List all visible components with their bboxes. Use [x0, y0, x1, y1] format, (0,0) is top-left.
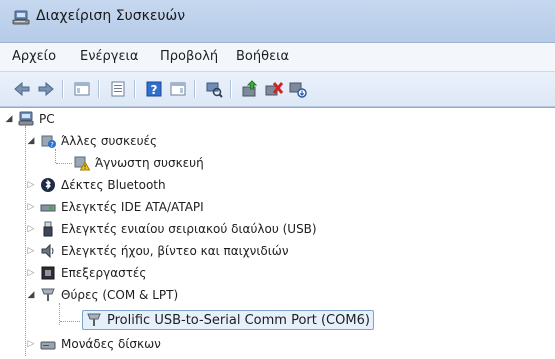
collapse-arrow-icon[interactable]: ◢	[4, 114, 14, 124]
processor-icon	[41, 266, 55, 280]
warning-device-icon	[74, 156, 90, 171]
title-bar[interactable]: Διαχείριση Συσκευών	[0, 0, 555, 43]
expand-arrow-icon[interactable]: ▷	[26, 268, 36, 278]
menu-help[interactable]: Βοήθεια	[236, 49, 289, 64]
tree-item-label: Ελεγκτές ενιαίου σειριακού διαύλου (USB)	[61, 222, 317, 236]
computer-icon	[18, 111, 34, 126]
bluetooth-icon	[41, 178, 55, 192]
speaker-icon	[41, 243, 54, 259]
port-icon	[41, 288, 55, 301]
tree-item-label: Άγνωστη συσκευή	[95, 156, 204, 170]
collapse-arrow-icon[interactable]: ◢	[26, 136, 36, 146]
expand-arrow-icon[interactable]: ▷	[26, 224, 36, 234]
tree-guide-line	[56, 163, 72, 165]
menu-action[interactable]: Ενέργεια	[80, 49, 138, 64]
tree-category-usb[interactable]: ▷ Ελεγκτές ενιαίου σειριακού διαύλου (US…	[26, 219, 317, 239]
properties-icon[interactable]	[108, 79, 128, 99]
toolbar-separator	[134, 80, 136, 98]
scan-hardware-icon[interactable]	[204, 79, 224, 99]
ide-controller-icon	[40, 204, 56, 212]
disk-drive-icon	[40, 341, 56, 350]
tree-category-sound[interactable]: ▷ Ελεγκτές ήχου, βίντεο και παιχνιδιών	[26, 241, 289, 261]
window-title: Διαχείριση Συσκευών	[36, 8, 186, 24]
tree-category-other-devices[interactable]: ◢ ? Άλλες συσκευές	[26, 131, 158, 151]
tree-item-label: Δέκτες Bluetooth	[61, 178, 166, 192]
tree-item-label: Επεξεργαστές	[61, 266, 147, 280]
expand-arrow-icon[interactable]: ▷	[26, 180, 36, 190]
tree-category-ide[interactable]: ▷ Ελεγκτές IDE ATA/ATAPI	[26, 197, 204, 217]
tree-item-label: PC	[39, 112, 55, 126]
action-pane-icon[interactable]	[168, 79, 188, 99]
tree-category-processors[interactable]: ▷ Επεξεργαστές	[26, 263, 147, 283]
tree-device-unknown[interactable]: Άγνωστη συσκευή	[74, 153, 204, 173]
toolbar-separator	[230, 80, 232, 98]
tree-guide-line	[55, 149, 57, 163]
usb-icon	[43, 221, 53, 237]
forward-icon[interactable]	[36, 79, 56, 99]
expand-arrow-icon[interactable]: ▷	[26, 339, 36, 349]
uninstall-device-icon[interactable]	[264, 79, 284, 99]
svg-text:?: ?	[50, 141, 54, 149]
tree-category-ports[interactable]: ◢ Θύρες (COM & LPT)	[26, 285, 179, 305]
tree-category-bluetooth[interactable]: ▷ Δέκτες Bluetooth	[26, 175, 166, 195]
tree-guide-line	[60, 321, 80, 323]
help-icon[interactable]: ?	[144, 79, 164, 99]
toolbar-separator	[98, 80, 100, 98]
menu-bar: Αρχείο Ενέργεια Προβολή Βοήθεια	[0, 43, 555, 72]
toolbar-separator	[194, 80, 196, 98]
device-manager-icon	[12, 10, 30, 25]
tree-item-label: Άλλες συσκευές	[61, 134, 158, 148]
tree-item-label: Θύρες (COM & LPT)	[61, 288, 179, 302]
device-tree[interactable]: ◢ PC ◢ ? Άλλες συσκευές Άγνωστη συσκευή …	[0, 107, 555, 359]
expand-arrow-icon[interactable]: ▷	[26, 202, 36, 212]
toolbar-separator	[62, 80, 64, 98]
toolbar: ?	[0, 72, 555, 107]
tree-category-disk-drives[interactable]: ▷ Μονάδες δίσκων	[26, 334, 161, 354]
tree-item-label: Ελεγκτές ήχου, βίντεο και παιχνιδιών	[61, 244, 289, 258]
tree-root-pc[interactable]: ◢ PC	[4, 109, 55, 129]
disable-device-icon[interactable]	[288, 79, 308, 99]
tree-item-label: Prolific USB-to-Serial Comm Port (COM6)	[107, 312, 370, 328]
update-driver-icon[interactable]	[240, 79, 260, 99]
tree-item-label: Ελεγκτές IDE ATA/ATAPI	[61, 200, 204, 214]
menu-view[interactable]: Προβολή	[160, 49, 218, 64]
collapse-arrow-icon[interactable]: ◢	[26, 290, 36, 300]
expand-arrow-icon[interactable]: ▷	[26, 246, 36, 256]
svg-text:?: ?	[151, 83, 158, 97]
unknown-device-category-icon: ?	[41, 135, 56, 149]
port-icon	[87, 313, 101, 326]
tree-device-prolific[interactable]: Prolific USB-to-Serial Comm Port (COM6)	[82, 309, 374, 331]
back-icon[interactable]	[12, 79, 32, 99]
tree-item-label: Μονάδες δίσκων	[61, 337, 161, 351]
selected-device[interactable]: Prolific USB-to-Serial Comm Port (COM6)	[82, 310, 374, 330]
show-hide-console-tree-icon[interactable]	[72, 79, 92, 99]
menu-file[interactable]: Αρχείο	[12, 49, 56, 64]
device-manager-window: Διαχείριση Συσκευών Αρχείο Ενέργεια Προβ…	[0, 0, 555, 359]
